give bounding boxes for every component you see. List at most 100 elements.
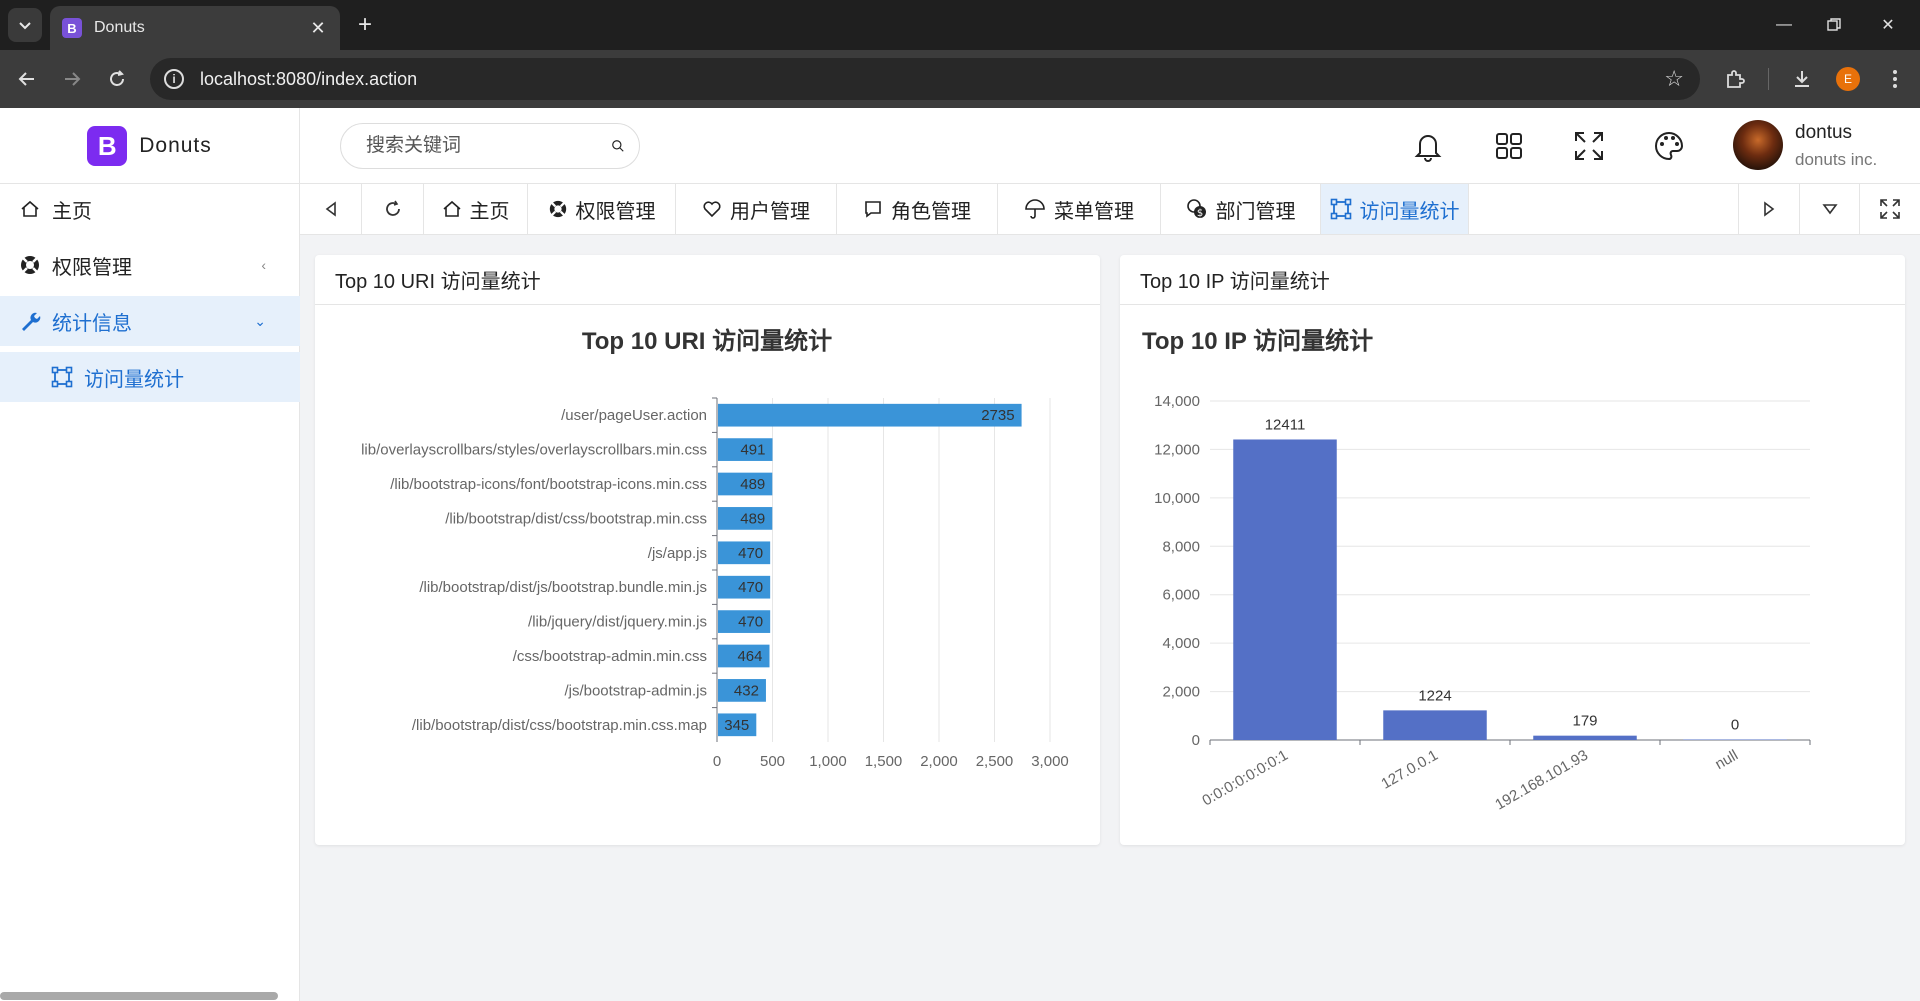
bar-value-label: 0	[1731, 717, 1739, 734]
close-window-button[interactable]: ✕	[1868, 10, 1908, 40]
tabs-scroll-right-button[interactable]	[1738, 184, 1800, 234]
sidebar-scrollbar[interactable]	[0, 992, 278, 1000]
bar	[1383, 710, 1487, 740]
browser-menu-button[interactable]	[1880, 64, 1910, 94]
sidebar-item-label: 主页	[52, 200, 92, 223]
tabs-dropdown-button[interactable]	[1800, 184, 1860, 234]
chevron-down-icon: ⌄	[254, 312, 266, 329]
arrow-left-icon	[18, 72, 34, 86]
palette-icon	[1655, 131, 1684, 161]
y-tick-label: 2,000	[1162, 684, 1200, 701]
sidebar-item-statistics[interactable]: 统计信息 ⌄	[0, 296, 300, 346]
tab-label: 主页	[469, 200, 510, 223]
user-name[interactable]: dontus	[1795, 122, 1852, 144]
bounding-box-icon	[50, 365, 74, 389]
wrench-icon	[18, 309, 42, 333]
tabs-refresh-button[interactable]	[362, 184, 424, 234]
apps-button[interactable]	[1491, 128, 1527, 164]
sidebar-item-visit-stats[interactable]: 访问量统计	[0, 352, 300, 402]
caret-right-icon	[1764, 201, 1775, 217]
sidebar-item-home[interactable]: 主页	[0, 184, 300, 234]
sidebar-item-permissions[interactable]: 权限管理 ‹	[0, 240, 300, 290]
notifications-button[interactable]	[1410, 128, 1446, 164]
minimize-button[interactable]: —	[1764, 10, 1804, 40]
back-button[interactable]	[12, 64, 42, 94]
bar	[1233, 439, 1337, 740]
bar-value-label: 1224	[1418, 687, 1451, 704]
arrow-right-icon	[65, 72, 81, 86]
y-tick-label: 0	[1192, 732, 1200, 749]
site-info-icon[interactable]: i	[164, 69, 184, 89]
x-tick-label: 500	[760, 753, 785, 770]
reload-icon	[110, 70, 124, 86]
address-bar[interactable]: i localhost:8080/index.action ☆	[150, 58, 1700, 100]
tab-search-button[interactable]	[8, 8, 42, 42]
sidebar-item-label: 访问量统计	[84, 368, 184, 391]
x-tick-label: 0:0:0:0:0:0:0:1	[1199, 747, 1291, 810]
search-box	[340, 123, 640, 169]
browser-toolbar: i localhost:8080/index.action ☆ E	[0, 50, 1920, 108]
y-tick-label: 6,000	[1162, 587, 1200, 604]
grid-icon	[1496, 133, 1522, 159]
bar-value-label: 489	[740, 510, 765, 527]
bar	[1533, 735, 1637, 740]
bookmark-star-icon[interactable]: ☆	[1664, 66, 1684, 92]
tab-departments[interactable]: $ 部门管理	[1161, 184, 1321, 234]
x-tick-label: 1,000	[809, 753, 847, 770]
ip-chart-container: Top 10 IP 访问量统计 0 2,000 4,000 6,000 8,000 10,0…	[1120, 305, 1905, 845]
caret-left-icon	[325, 201, 336, 217]
y-tick-label: /lib/jquery/dist/jquery.min.js	[528, 614, 707, 631]
reload-button[interactable]	[102, 64, 132, 94]
brand[interactable]: B Donuts	[0, 108, 300, 184]
y-tick-label: /css/bootstrap-admin.min.css	[513, 648, 707, 665]
refresh-icon	[385, 200, 400, 216]
fullscreen-icon	[1880, 199, 1900, 219]
bar-value-label: 2735	[981, 407, 1014, 424]
extensions-button[interactable]	[1720, 64, 1750, 94]
new-tab-button[interactable]: +	[350, 10, 380, 40]
forward-button[interactable]	[57, 64, 87, 94]
download-icon	[1795, 71, 1809, 87]
tabs-scroll-left-button[interactable]	[300, 184, 362, 234]
tab-menus[interactable]: 菜单管理	[998, 184, 1161, 234]
restore-button[interactable]	[1814, 10, 1854, 40]
theme-button[interactable]	[1651, 128, 1687, 164]
brand-name: Donuts	[139, 134, 212, 157]
puzzle-icon	[1727, 70, 1745, 88]
y-tick-label: /js/app.js	[648, 545, 707, 562]
profile-button[interactable]: E	[1833, 64, 1863, 94]
user-avatar[interactable]	[1733, 120, 1783, 170]
more-vertical-icon	[1893, 70, 1897, 88]
tab-permissions[interactable]: 权限管理	[528, 184, 676, 234]
search-input[interactable]	[366, 135, 611, 157]
tab-visit-stats[interactable]: 访问量统计	[1321, 184, 1469, 234]
downloads-button[interactable]	[1787, 64, 1817, 94]
restore-icon	[1827, 18, 1841, 31]
y-tick-label: 14,000	[1154, 393, 1200, 410]
browser-tab[interactable]: B Donuts ✕	[50, 6, 340, 50]
tab-users[interactable]: 用户管理	[676, 184, 837, 234]
page-tabs-bar: 主页 权限管理 用户管理 角色管理 菜单管理 $ 部门管理 访问量统计	[300, 184, 1920, 235]
tab-home[interactable]: 主页	[424, 184, 528, 234]
y-tick-label: 10,000	[1154, 490, 1200, 507]
y-tick-label: /lib/bootstrap/dist/js/bootstrap.bundle.…	[419, 579, 707, 596]
life-ring-icon	[18, 253, 42, 277]
coins-icon: $	[1186, 199, 1206, 219]
app-header: B Donuts dontus donuts inc.	[0, 108, 1920, 184]
tab-roles[interactable]: 角色管理	[837, 184, 998, 234]
search-icon[interactable]	[611, 134, 625, 158]
fullscreen-button[interactable]	[1571, 128, 1607, 164]
bar-value-label: 470	[738, 614, 763, 631]
x-tick-label: null	[1712, 747, 1741, 773]
x-tick-label: 2,000	[920, 753, 958, 770]
sidebar: 主页 权限管理 ‹ 统计信息 ⌄ 访问量统计	[0, 184, 300, 1001]
favicon-icon: B	[62, 18, 82, 38]
ip-bar-chart: Top 10 IP 访问量统计 0 2,000 4,000 6,000 8,000 10,0…	[1142, 327, 1811, 814]
x-tick-label: 192.168.101.93	[1492, 747, 1591, 814]
tabs-fullscreen-button[interactable]	[1860, 184, 1920, 234]
profile-avatar: E	[1836, 67, 1860, 91]
x-tick-label: 1,500	[865, 753, 903, 770]
close-tab-icon[interactable]: ✕	[308, 18, 328, 39]
sidebar-item-label: 权限管理	[52, 256, 132, 279]
bounding-box-icon	[1330, 198, 1351, 220]
